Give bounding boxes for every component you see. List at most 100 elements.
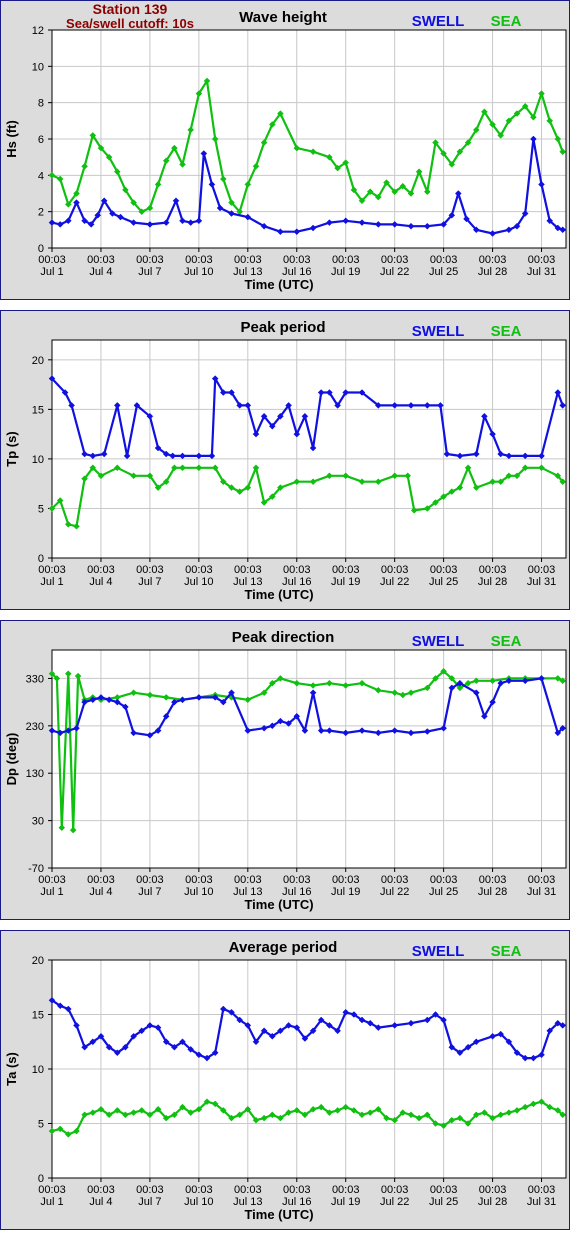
x-tick-date-label: Jul 25 [429,266,458,278]
x-axis-label: Time (UTC) [244,1207,313,1222]
legend-swell: SWELL [412,633,465,650]
x-tick-date-label: Jul 10 [184,1196,213,1208]
x-tick-time-label: 00:03 [332,874,360,886]
x-tick-time-label: 00:03 [283,254,311,266]
x-tick-date-label: Jul 10 [184,576,213,588]
x-tick-date-label: Jul 7 [138,1196,161,1208]
x-tick-time-label: 00:03 [234,1184,262,1196]
x-tick-time-label: 00:03 [283,874,311,886]
x-tick-date-label: Jul 10 [184,266,213,278]
x-tick-time-label: 00:03 [528,874,556,886]
x-tick-time-label: 00:03 [381,254,409,266]
x-tick-date-label: Jul 7 [138,886,161,898]
y-tick-label: 10 [32,1064,44,1076]
y-tick-label: 330 [26,673,44,685]
y-tick-label: 20 [32,955,44,967]
x-tick-time-label: 00:03 [430,1184,458,1196]
x-tick-date-label: Jul 31 [527,266,556,278]
x-tick-date-label: Jul 22 [380,576,409,588]
x-tick-time-label: 00:03 [185,564,213,576]
x-tick-time-label: 00:03 [332,1184,360,1196]
x-tick-time-label: 00:03 [38,874,66,886]
x-tick-date-label: Jul 1 [40,576,63,588]
y-tick-label: 6 [38,134,44,146]
x-tick-date-label: Jul 19 [331,886,360,898]
x-tick-time-label: 00:03 [479,874,507,886]
x-tick-date-label: Jul 19 [331,1196,360,1208]
x-tick-date-label: Jul 25 [429,576,458,588]
x-tick-time-label: 00:03 [136,564,164,576]
x-tick-date-label: Jul 22 [380,266,409,278]
x-tick-date-label: Jul 4 [89,576,112,588]
x-tick-date-label: Jul 28 [478,886,507,898]
legend-sea: SEA [491,13,522,30]
chart-panel-1: 0 2 4 6 8 10 12 00:03 Jul 1 00:03 Jul 4 00:03 Jul 70… [0,0,570,300]
x-tick-date-label: Jul 19 [331,576,360,588]
x-tick-date-label: Jul 28 [478,1196,507,1208]
y-axis-label: Tp (s) [4,431,19,466]
plot-area [51,649,567,869]
chart-svg: 0510152000:03Jul 100:03Jul 400:03Jul 700… [0,930,570,1230]
x-tick-date-label: Jul 28 [478,576,507,588]
x-tick-time-label: 00:03 [87,874,115,886]
station-label: Station 139 [93,1,168,17]
chart-svg: 0510152000:03Jul 100:03Jul 400:03Jul 700… [0,310,570,610]
x-tick-date-label: Jul 4 [89,1196,112,1208]
x-axis-label: Time (UTC) [244,587,313,602]
y-tick-label: 30 [32,816,44,828]
y-tick-label: 12 [32,25,44,37]
x-tick-time-label: 00:03 [430,874,458,886]
x-tick-date-label: Jul 4 [89,266,112,278]
legend-sea: SEA [491,943,522,960]
x-tick-time-label: 00:03 [381,874,409,886]
x-tick-date-label: Jul 4 [89,886,112,898]
x-tick-time-label: 00:03 [87,564,115,576]
y-tick-label: 10 [32,454,44,466]
x-tick-time-label: 00:03 [332,254,360,266]
legend-swell: SWELL [412,13,465,30]
x-tick-date-label: Jul 31 [527,1196,556,1208]
y-tick-label: 5 [38,1119,44,1131]
x-tick-time-label: 00:03 [381,1184,409,1196]
legend-swell: SWELL [412,943,465,960]
chart-panel-4: 0 5 10 15 20 00:03 Jul 1 00:03 Jul 4 00:03 Jul 7 00… [0,930,570,1230]
x-tick-date-label: Jul 28 [478,266,507,278]
x-tick-time-label: 00:03 [283,1184,311,1196]
x-tick-time-label: 00:03 [234,564,262,576]
x-tick-date-label: Jul 31 [527,576,556,588]
x-tick-date-label: Jul 1 [40,1196,63,1208]
cutoff-label: Sea/swell cutoff: 10s [66,16,194,31]
y-tick-label: 130 [26,768,44,780]
chart-svg: 02468101200:03Jul 100:03Jul 400:03Jul 70… [0,0,570,300]
y-tick-label: 5 [38,503,44,515]
x-tick-time-label: 00:03 [430,254,458,266]
x-tick-time-label: 00:03 [185,254,213,266]
y-tick-label: 4 [38,170,44,182]
legend-sea: SEA [491,633,522,650]
chart-svg: -703013023033000:03Jul 100:03Jul 400:03J… [0,620,570,920]
x-tick-date-label: Jul 25 [429,886,458,898]
x-tick-time-label: 00:03 [38,254,66,266]
x-tick-date-label: Jul 1 [40,886,63,898]
x-tick-time-label: 00:03 [381,564,409,576]
x-tick-date-label: Jul 25 [429,1196,458,1208]
y-axis-label: Hs (ft) [4,120,19,158]
y-tick-label: 15 [32,404,44,416]
chart-title: Wave height [239,9,327,26]
legend-swell: SWELL [412,323,465,340]
x-tick-date-label: Jul 22 [380,886,409,898]
y-tick-label: 230 [26,721,44,733]
x-tick-date-label: Jul 19 [331,266,360,278]
x-tick-date-label: Jul 7 [138,576,161,588]
chart-title: Peak direction [232,629,335,646]
x-tick-time-label: 00:03 [185,1184,213,1196]
legend-sea: SEA [491,323,522,340]
y-tick-label: 20 [32,355,44,367]
x-axis-label: Time (UTC) [244,897,313,912]
x-tick-date-label: Jul 1 [40,266,63,278]
x-tick-time-label: 00:03 [185,874,213,886]
x-tick-time-label: 00:03 [479,564,507,576]
chart-panel-2: 0 5 10 15 20 00:03 Jul 1 00:03 Jul 4 00:03 Jul 7 00… [0,310,570,610]
y-axis-label: Ta (s) [4,1052,19,1086]
x-tick-time-label: 00:03 [136,874,164,886]
